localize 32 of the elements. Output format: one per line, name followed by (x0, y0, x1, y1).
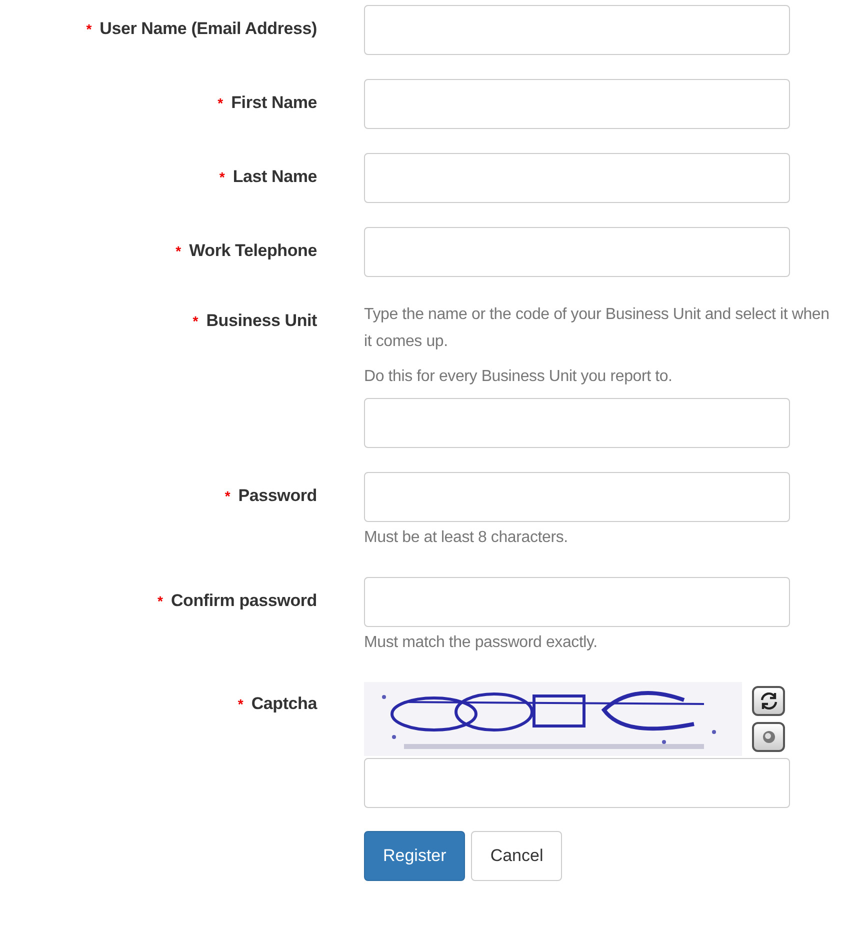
hint-text: Must match the password exactly. (364, 634, 598, 652)
register-button[interactable]: Register (364, 831, 466, 881)
text-input[interactable] (364, 398, 790, 448)
field-label: First Name (231, 93, 317, 113)
required-mark: * (86, 21, 92, 37)
help-text: Do this for every Business Unit you report to. (364, 367, 674, 387)
speaker-icon[interactable] (752, 722, 785, 752)
cancel-button[interactable]: Cancel (471, 831, 562, 881)
field-label: Business Unit (206, 311, 317, 331)
hint-text: Must be at least 8 characters. (364, 529, 569, 547)
required-mark: * (219, 169, 225, 185)
refresh-icon[interactable] (752, 686, 785, 716)
field-label: Password (238, 486, 317, 506)
captcha-input[interactable] (364, 758, 790, 808)
text-input[interactable] (364, 79, 790, 129)
text-input[interactable] (364, 227, 790, 277)
required-mark: * (218, 95, 224, 111)
field-label: Captcha (251, 694, 317, 714)
text-input[interactable] (364, 5, 790, 55)
field-label: User Name (Email Address) (100, 19, 317, 39)
password-input[interactable] (364, 577, 790, 627)
required-mark: * (224, 488, 230, 504)
required-mark: * (176, 243, 182, 259)
required-mark: * (192, 313, 198, 329)
password-input[interactable] (364, 472, 790, 522)
text-input[interactable] (364, 153, 790, 203)
field-label: Work Telephone (189, 241, 317, 261)
required-mark: * (238, 696, 244, 712)
field-label: Last Name (232, 167, 317, 187)
help-text: Type the name or the code of your Business Unit and select it when it comes up. (364, 305, 830, 352)
required-mark: * (158, 593, 163, 609)
field-label: Confirm password (170, 591, 317, 611)
